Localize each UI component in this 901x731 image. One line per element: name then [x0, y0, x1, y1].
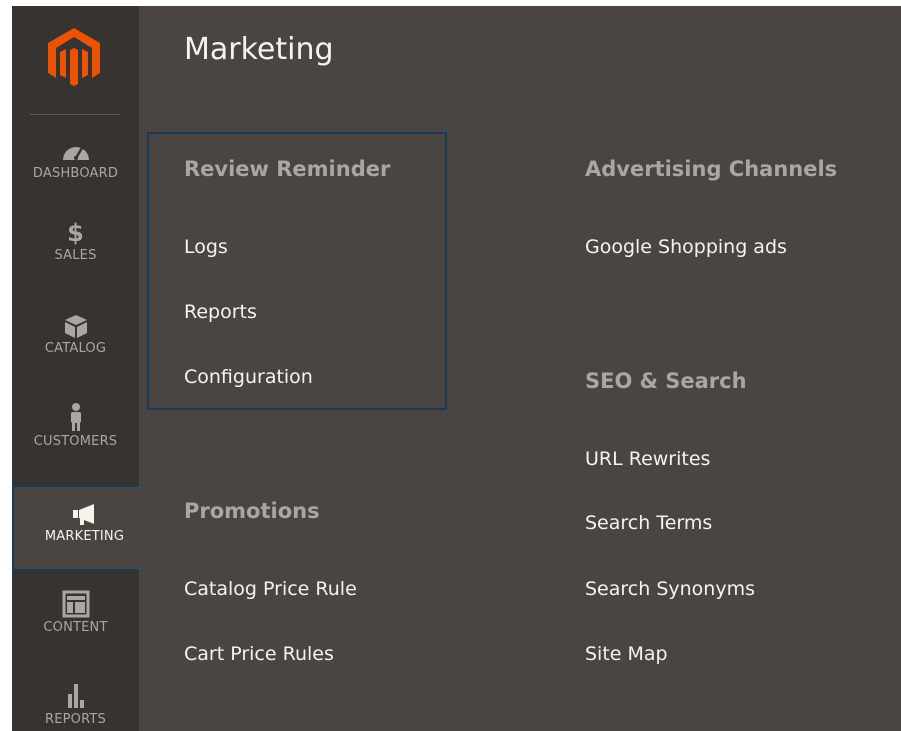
dashboard-gauge-icon — [62, 147, 89, 160]
nav-label-reports: REPORTS — [45, 712, 106, 727]
admin-sidebar: DASHBOARD $ SALES CATALOG CUSTOMERS MARK… — [12, 6, 157, 731]
menu-link-catalog-price-rule[interactable]: Catalog Price Rule — [184, 577, 357, 601]
menu-link-search-synonyms[interactable]: Search Synonyms — [585, 577, 755, 601]
panel-title: Marketing — [184, 32, 334, 67]
nav-label-sales: SALES — [54, 248, 97, 263]
review-reminder-title: Review Reminder — [184, 157, 391, 181]
menu-link-logs[interactable]: Logs — [184, 235, 228, 259]
bar-chart-icon — [67, 684, 84, 708]
box-icon — [64, 315, 87, 338]
nav-item-content[interactable]: CONTENT — [12, 590, 139, 635]
seo-search-title: SEO & Search — [585, 369, 747, 393]
admin-window: DASHBOARD $ SALES CATALOG CUSTOMERS MARK… — [12, 6, 901, 731]
nav-item-dashboard[interactable]: DASHBOARD — [12, 138, 139, 181]
nav-item-customers[interactable]: CUSTOMERS — [12, 402, 139, 449]
menu-link-search-terms[interactable]: Search Terms — [585, 511, 712, 535]
nav-item-sales[interactable]: $ SALES — [12, 220, 139, 263]
menu-link-reports[interactable]: Reports — [184, 300, 257, 324]
menu-link-site-map[interactable]: Site Map — [585, 642, 668, 666]
nav-label-content: CONTENT — [43, 620, 108, 635]
nav-label-customers: CUSTOMERS — [33, 434, 118, 449]
megaphone-icon — [72, 504, 94, 525]
nav-item-reports[interactable]: REPORTS — [12, 682, 139, 727]
nav-label-marketing: MARKETING — [44, 529, 125, 544]
menu-link-configuration[interactable]: Configuration — [184, 365, 313, 389]
nav-label-dashboard: DASHBOARD — [32, 166, 119, 181]
marketing-flyout-panel: Marketing Review Reminder Logs Reports C… — [139, 6, 901, 731]
dollar-icon: $ — [67, 219, 84, 247]
logo-divider — [30, 114, 120, 115]
layout-icon — [62, 590, 89, 618]
advertising-channels-title: Advertising Channels — [585, 157, 838, 181]
menu-link-url-rewrites[interactable]: URL Rewrites — [585, 447, 710, 471]
menu-link-google-shopping-ads[interactable]: Google Shopping ads — [585, 235, 787, 259]
nav-item-catalog[interactable]: CATALOG — [12, 313, 139, 356]
nav-item-marketing[interactable]: MARKETING — [12, 485, 157, 571]
nav-label-catalog: CATALOG — [44, 341, 107, 356]
magento-logo[interactable] — [45, 26, 103, 88]
menu-link-cart-price-rules[interactable]: Cart Price Rules — [184, 642, 334, 666]
person-icon — [70, 403, 81, 431]
promotions-title: Promotions — [184, 499, 320, 523]
